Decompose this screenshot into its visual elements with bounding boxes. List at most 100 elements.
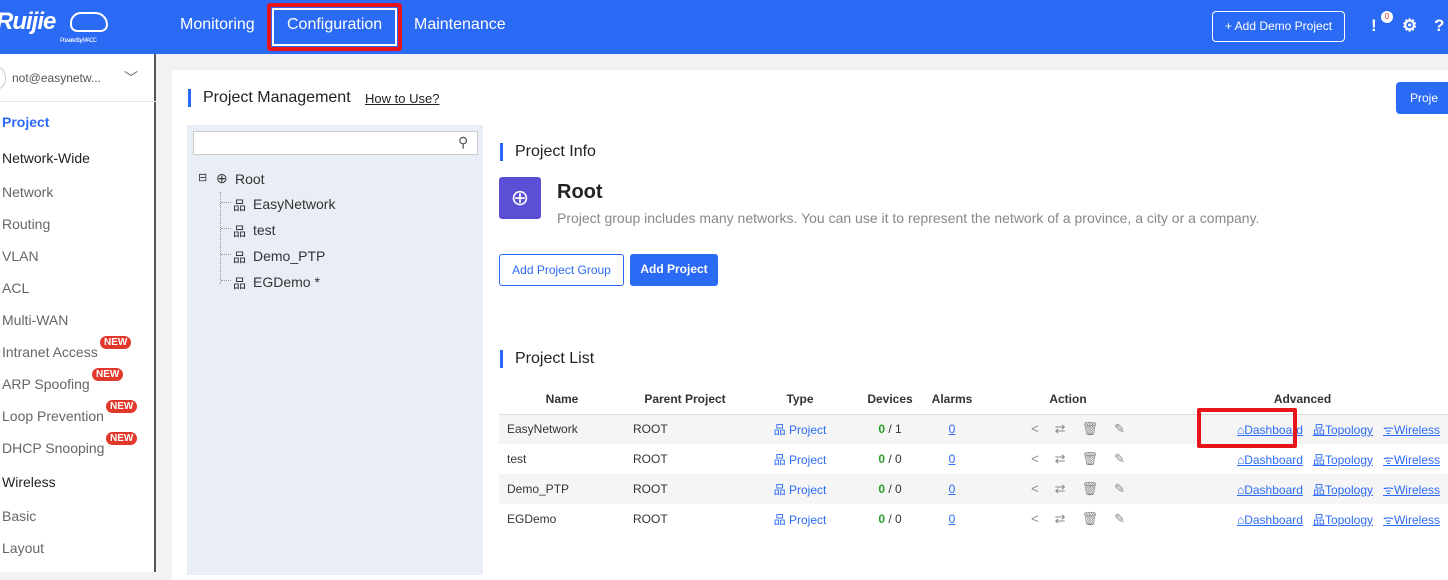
project-list-title: Project List bbox=[515, 350, 595, 367]
trash-icon[interactable]: 🗑 bbox=[1082, 421, 1099, 436]
gear-icon[interactable]: ⚙ bbox=[1402, 16, 1417, 36]
sidebar-item[interactable]: ARP Spoofing bbox=[2, 376, 90, 392]
sidebar-item[interactable]: Routing bbox=[2, 216, 50, 232]
collapse-icon[interactable]: ⊟ bbox=[198, 171, 207, 184]
column-header: Alarms bbox=[925, 384, 979, 415]
edit-icon[interactable]: ✎ bbox=[1114, 481, 1125, 496]
tree-line bbox=[221, 202, 231, 203]
alarms-link[interactable]: 0 bbox=[949, 512, 956, 526]
project-type-icon: 品 bbox=[773, 512, 789, 527]
network-icon: 品 bbox=[233, 276, 247, 291]
project-tree bbox=[187, 125, 483, 575]
edit-icon[interactable]: ✎ bbox=[1114, 451, 1125, 466]
wireless-link[interactable]: ᯤWireless bbox=[1383, 483, 1440, 497]
alert-icon[interactable]: ! bbox=[1371, 16, 1377, 36]
chevron-down-icon[interactable]: ﹀ bbox=[124, 68, 138, 88]
topology-link[interactable]: 品Topology bbox=[1313, 423, 1373, 437]
tree-root[interactable]: Root bbox=[235, 171, 265, 187]
transfer-icon[interactable]: ⇄ bbox=[1055, 511, 1066, 526]
tree-node[interactable]: EasyNetwork bbox=[253, 196, 335, 212]
nav-monitoring[interactable]: Monitoring bbox=[180, 16, 255, 34]
user-account[interactable]: not@easynetw... bbox=[12, 71, 101, 85]
sidebar-item[interactable]: Layout bbox=[2, 540, 44, 556]
globe-icon: ⊕ bbox=[499, 177, 541, 219]
nav-maintenance[interactable]: Maintenance bbox=[414, 16, 506, 34]
column-header: Type bbox=[745, 384, 855, 415]
new-badge: NEW bbox=[106, 432, 138, 445]
sidebar-item[interactable]: ACL bbox=[2, 280, 29, 296]
alarms-link[interactable]: 0 bbox=[949, 452, 956, 466]
add-demo-project-button[interactable]: + Add Demo Project bbox=[1212, 11, 1345, 42]
help-icon[interactable]: ? bbox=[1434, 16, 1444, 36]
trash-icon[interactable]: 🗑 bbox=[1082, 451, 1099, 466]
wireless-link[interactable]: ᯤWireless bbox=[1383, 513, 1440, 527]
project-name: Demo_PTP bbox=[499, 474, 625, 504]
topology-link[interactable]: 品Topology bbox=[1313, 453, 1373, 467]
parent-project: ROOT bbox=[633, 452, 668, 466]
wireless-link[interactable]: ᯤWireless bbox=[1383, 453, 1440, 467]
dashboard-link[interactable]: ⌂Dashboard bbox=[1237, 453, 1303, 467]
project-table: Name Parent Project Type Devices Alarms Actio… bbox=[499, 384, 1448, 534]
sidebar-item[interactable]: Network-Wide bbox=[2, 150, 90, 166]
add-project-button[interactable]: Add Project bbox=[630, 254, 718, 286]
how-to-use-link[interactable]: How to Use? bbox=[365, 91, 439, 106]
ruijie-logo[interactable]: Ruijie Powered by MACC bbox=[0, 8, 97, 44]
project-type: Project bbox=[788, 482, 827, 497]
edit-icon[interactable]: ✎ bbox=[1114, 511, 1125, 526]
new-badge: NEW bbox=[100, 336, 132, 349]
search-icon[interactable]: ⚲ bbox=[458, 134, 468, 151]
total-devices: / 0 bbox=[885, 512, 902, 526]
alarms-link[interactable]: 0 bbox=[949, 422, 956, 436]
sidebar-item[interactable]: Intranet Access bbox=[2, 344, 98, 360]
column-header: Action bbox=[979, 384, 1157, 415]
sidebar-item[interactable]: Basic bbox=[2, 508, 36, 524]
network-icon: 品 bbox=[233, 250, 247, 265]
trash-icon[interactable]: 🗑 bbox=[1082, 481, 1099, 496]
sidebar-item[interactable]: Wireless bbox=[2, 474, 56, 490]
project-type: Project bbox=[788, 452, 827, 467]
page-title: Project Management bbox=[203, 89, 351, 106]
online-devices: 0 bbox=[878, 512, 885, 526]
share-icon[interactable]: < bbox=[1031, 451, 1039, 466]
tree-node[interactable]: EGDemo * bbox=[253, 274, 320, 290]
add-project-group-button[interactable]: Add Project Group bbox=[499, 254, 624, 286]
edit-icon[interactable]: ✎ bbox=[1114, 421, 1125, 436]
tree-node[interactable]: test bbox=[253, 222, 276, 238]
share-icon[interactable]: < bbox=[1031, 421, 1039, 436]
transfer-icon[interactable]: ⇄ bbox=[1055, 451, 1066, 466]
transfer-icon[interactable]: ⇄ bbox=[1055, 481, 1066, 496]
tree-node[interactable]: Demo_PTP bbox=[253, 248, 325, 264]
sidebar-item[interactable]: Loop Prevention bbox=[2, 408, 104, 424]
parent-project: ROOT bbox=[625, 474, 745, 504]
sidebar-item[interactable]: Project bbox=[2, 114, 49, 130]
sidebar-item[interactable]: Multi-WAN bbox=[2, 312, 68, 328]
share-icon[interactable]: < bbox=[1031, 481, 1039, 496]
network-icon: 品 bbox=[233, 224, 247, 239]
trash-icon[interactable]: 🗑 bbox=[1082, 511, 1099, 526]
new-badge: NEW bbox=[106, 400, 138, 413]
share-icon[interactable]: < bbox=[1031, 511, 1039, 526]
topology-link[interactable]: 品Topology bbox=[1313, 513, 1373, 527]
wireless-link[interactable]: ᯤWireless bbox=[1383, 423, 1440, 437]
tree-search-input[interactable] bbox=[193, 131, 478, 155]
sidebar-item[interactable]: DHCP Snooping bbox=[2, 440, 104, 456]
transfer-icon[interactable]: ⇄ bbox=[1055, 421, 1066, 436]
alarms-link[interactable]: 0 bbox=[949, 482, 956, 496]
project-share-button[interactable]: Proje bbox=[1396, 82, 1448, 114]
column-header: Devices bbox=[855, 384, 925, 415]
total-devices: / 0 bbox=[885, 482, 902, 496]
sidebar-item[interactable]: Network bbox=[2, 184, 53, 200]
project-type-icon: 品 bbox=[773, 482, 789, 497]
dashboard-link[interactable]: ⌂Dashboard bbox=[1237, 513, 1303, 527]
topology-link[interactable]: 品Topology bbox=[1313, 483, 1373, 497]
online-devices: 0 bbox=[878, 482, 885, 496]
project-type: Project bbox=[788, 512, 827, 527]
highlight-box bbox=[1197, 408, 1297, 448]
project-name: EasyNetwork bbox=[499, 414, 625, 444]
sidebar-item[interactable]: VLAN bbox=[2, 248, 39, 264]
project-name: EGDemo bbox=[507, 512, 557, 526]
network-icon: 品 bbox=[233, 198, 247, 213]
project-info-title: Project Info bbox=[515, 143, 596, 160]
online-devices: 0 bbox=[878, 452, 885, 466]
dashboard-link[interactable]: ⌂Dashboard bbox=[1237, 483, 1303, 497]
